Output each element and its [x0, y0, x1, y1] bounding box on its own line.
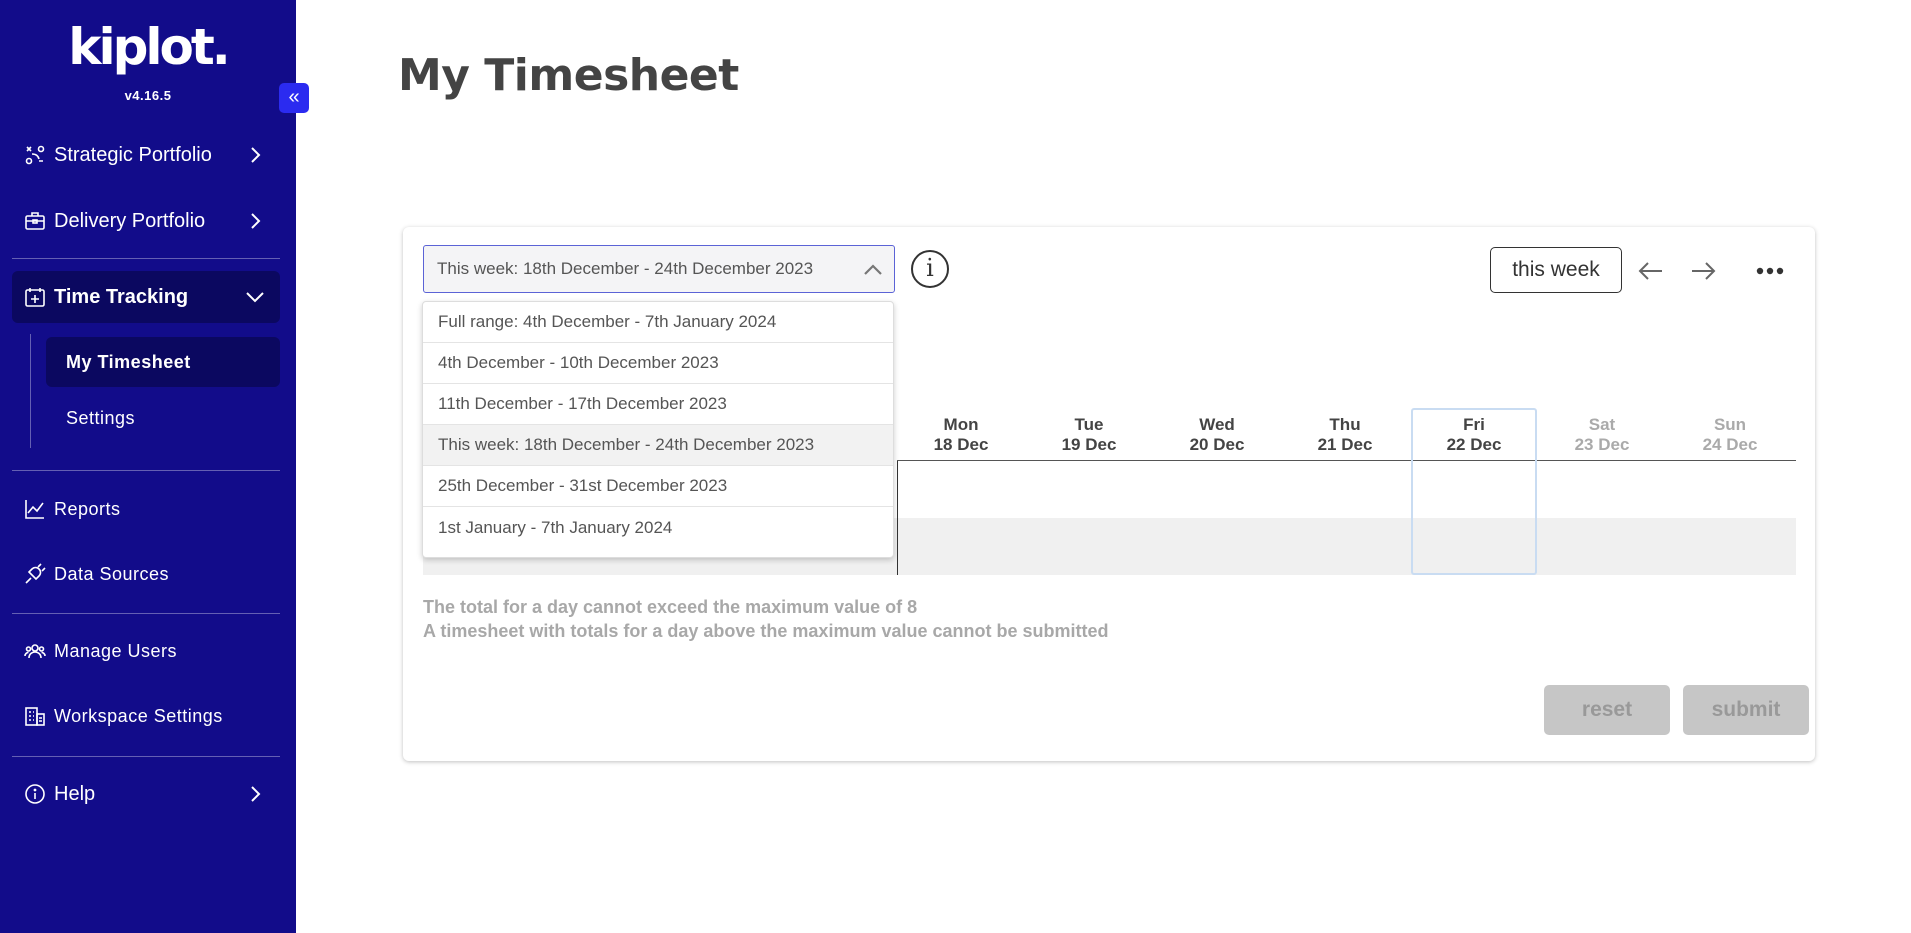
- sidebar-item-label: Reports: [54, 498, 121, 519]
- sidebar-item-label: Help: [54, 782, 96, 805]
- week-select-value: This week: 18th December - 24th December…: [437, 259, 814, 278]
- week-option[interactable]: 25th December - 31st December 2023: [423, 466, 893, 507]
- week-option-selected[interactable]: This week: 18th December - 24th December…: [423, 425, 893, 466]
- chevron-right-icon: [244, 783, 266, 805]
- week-option[interactable]: 4th December - 10th December 2023: [423, 343, 893, 384]
- this-week-button[interactable]: this week: [1490, 247, 1622, 293]
- sidebar-item-label: Strategic Portfolio: [54, 143, 212, 166]
- sidebar-divider: [12, 258, 280, 259]
- sidebar-item-reports[interactable]: Reports: [12, 483, 280, 535]
- next-week-button[interactable]: [1688, 256, 1718, 286]
- sidebar-item-strategic-portfolio[interactable]: Strategic Portfolio: [12, 129, 280, 181]
- info-icon: i: [926, 254, 934, 282]
- sidebar-item-data-sources[interactable]: Data Sources: [12, 548, 280, 600]
- chevron-up-icon: [862, 259, 884, 281]
- validation-note: The total for a day cannot exceed the ma…: [423, 597, 918, 617]
- day-header-wed: Wed 20 Dec: [1154, 415, 1280, 455]
- submit-button[interactable]: submit: [1683, 685, 1809, 735]
- day-date: 23 Dec: [1574, 435, 1630, 454]
- week-option[interactable]: 11th December - 17th December 2023: [423, 384, 893, 425]
- day-date: 22 Dec: [1446, 435, 1502, 454]
- users-icon: [24, 640, 46, 662]
- info-button[interactable]: i: [911, 250, 949, 288]
- plug-icon: [24, 563, 46, 585]
- day-name: Sun: [1713, 415, 1747, 434]
- day-name: Tue: [1074, 415, 1104, 434]
- day-header-sat: Sat 23 Dec: [1539, 415, 1665, 455]
- sidebar-item-manage-users[interactable]: Manage Users: [12, 625, 280, 677]
- app-version: v4.16.5: [124, 88, 172, 103]
- more-options-button[interactable]: [1753, 256, 1787, 286]
- chevron-right-icon: [244, 144, 266, 166]
- arrow-right-icon: [1688, 262, 1718, 290]
- sidebar-item-label: Time Tracking: [54, 285, 189, 308]
- sidebar-item-help[interactable]: Help: [12, 768, 280, 820]
- page-title: My Timesheet: [398, 50, 739, 101]
- grid-column-separator: [897, 461, 898, 575]
- calendar-plus-icon: [24, 286, 46, 308]
- sidebar-divider: [12, 613, 280, 614]
- day-date: 20 Dec: [1189, 435, 1245, 454]
- sidebar-subitem-label: My Timesheet: [66, 351, 191, 372]
- chevron-down-icon: [244, 286, 266, 308]
- line-chart-icon: [24, 498, 46, 520]
- day-header-tue: Tue 19 Dec: [1026, 415, 1152, 455]
- sidebar-item-time-tracking[interactable]: Time Tracking: [12, 271, 280, 323]
- week-option[interactable]: Full range: 4th December - 7th January 2…: [423, 302, 893, 343]
- day-header-sun: Sun 24 Dec: [1667, 415, 1793, 455]
- day-name: Fri: [1463, 415, 1485, 434]
- arrow-left-icon: [1636, 262, 1666, 290]
- sidebar-item-label: Delivery Portfolio: [54, 209, 206, 232]
- sidebar-subitem-label: Settings: [66, 407, 136, 428]
- sidebar-item-workspace-settings[interactable]: Workspace Settings: [12, 690, 280, 742]
- more-dots-icon: [1753, 267, 1787, 290]
- chevron-right-icon: [244, 210, 266, 232]
- week-select[interactable]: This week: 18th December - 24th December…: [423, 245, 895, 293]
- sidebar-item-label: Data Sources: [54, 563, 170, 584]
- sidebar-item-label: Workspace Settings: [54, 705, 223, 726]
- double-chevron-left-icon: «: [288, 86, 300, 108]
- sidebar-subitem-settings[interactable]: Settings: [46, 393, 280, 443]
- sidebar: kiplot. v4.16.5 Strategic Portfolio Deli…: [0, 0, 296, 933]
- day-name: Thu: [1329, 415, 1361, 434]
- day-date: 24 Dec: [1702, 435, 1758, 454]
- sidebar-divider: [12, 470, 280, 471]
- submenu-line: [30, 334, 31, 448]
- sidebar-subitem-my-timesheet[interactable]: My Timesheet: [46, 337, 280, 387]
- day-name: Sat: [1588, 415, 1616, 434]
- day-date: 21 Dec: [1317, 435, 1373, 454]
- grid-header-line: [897, 460, 1796, 461]
- sidebar-divider: [12, 756, 280, 757]
- sidebar-item-delivery-portfolio[interactable]: Delivery Portfolio: [12, 195, 280, 247]
- info-icon: [24, 783, 46, 805]
- day-date: 18 Dec: [933, 435, 989, 454]
- day-name: Mon: [943, 415, 979, 434]
- day-header-fri: Fri 22 Dec: [1411, 415, 1537, 455]
- building-icon: [24, 705, 46, 727]
- day-header-mon: Mon 18 Dec: [898, 415, 1024, 455]
- day-name: Wed: [1199, 415, 1235, 434]
- sidebar-item-label: Manage Users: [54, 640, 178, 661]
- day-date: 19 Dec: [1061, 435, 1117, 454]
- briefcase-icon: [24, 210, 46, 232]
- validation-note: A timesheet with totals for a day above …: [423, 621, 1109, 641]
- week-dropdown-menu: Full range: 4th December - 7th January 2…: [422, 301, 894, 558]
- day-header-thu: Thu 21 Dec: [1282, 415, 1408, 455]
- strategy-icon: [24, 144, 46, 166]
- week-option[interactable]: 1st January - 7th January 2024: [423, 507, 893, 548]
- app-logo: kiplot.: [68, 18, 231, 76]
- collapse-sidebar-button[interactable]: «: [279, 83, 309, 113]
- previous-week-button[interactable]: [1636, 256, 1666, 286]
- reset-button[interactable]: reset: [1544, 685, 1670, 735]
